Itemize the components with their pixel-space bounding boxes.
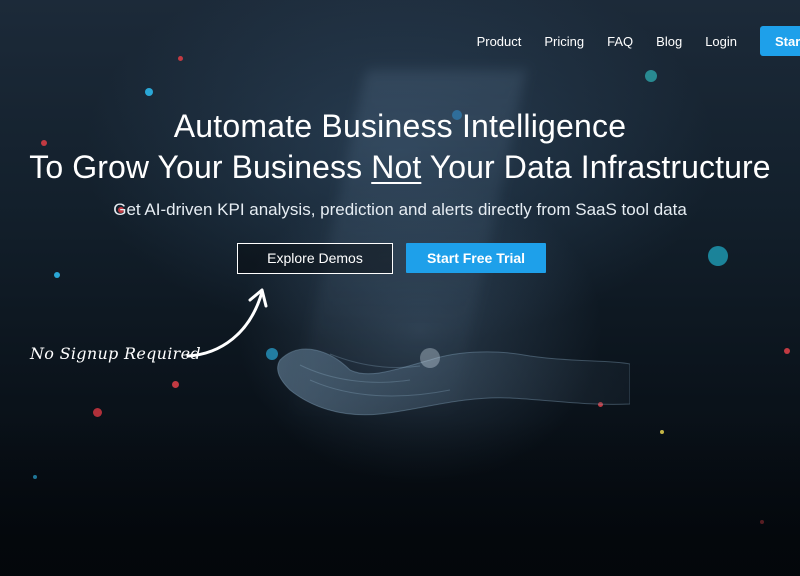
hero-title-underlined-word: Not [371, 149, 422, 185]
particle [172, 381, 179, 388]
nav-link-login[interactable]: Login [705, 34, 737, 49]
explore-demos-button[interactable]: Explore Demos [237, 243, 393, 274]
hand-illustration-icon [277, 348, 630, 416]
particle [145, 88, 153, 96]
nav-start-trial-button[interactable]: Start Free Trial [760, 26, 800, 56]
hero-title-line1: Automate Business Intelligence [173, 108, 627, 144]
start-free-trial-button[interactable]: Start Free Trial [406, 243, 546, 273]
hero-title-line2: To Grow Your Business Not Your Data Infr… [0, 149, 800, 186]
hero-subtitle: Get AI-driven KPI analysis, prediction a… [113, 200, 687, 219]
particle [93, 408, 102, 417]
nav-link-product[interactable]: Product [477, 34, 522, 49]
particle [784, 348, 790, 354]
hero-title-line2-start: To Grow Your Business [29, 149, 372, 185]
navbar: Product Pricing FAQ Blog Login Start Fre… [0, 0, 800, 82]
nav-link-pricing[interactable]: Pricing [544, 34, 584, 49]
particle [54, 272, 60, 278]
nav-link-faq[interactable]: FAQ [607, 34, 633, 49]
nav-links: Product Pricing FAQ Blog Login Start Fre… [477, 26, 800, 56]
hero-title-line2-end: Your Data Infrastructure [421, 149, 771, 185]
particle [708, 246, 728, 266]
bottom-fade [0, 420, 800, 576]
nav-link-blog[interactable]: Blog [656, 34, 682, 49]
no-signup-note: No Signup Required [30, 344, 201, 363]
